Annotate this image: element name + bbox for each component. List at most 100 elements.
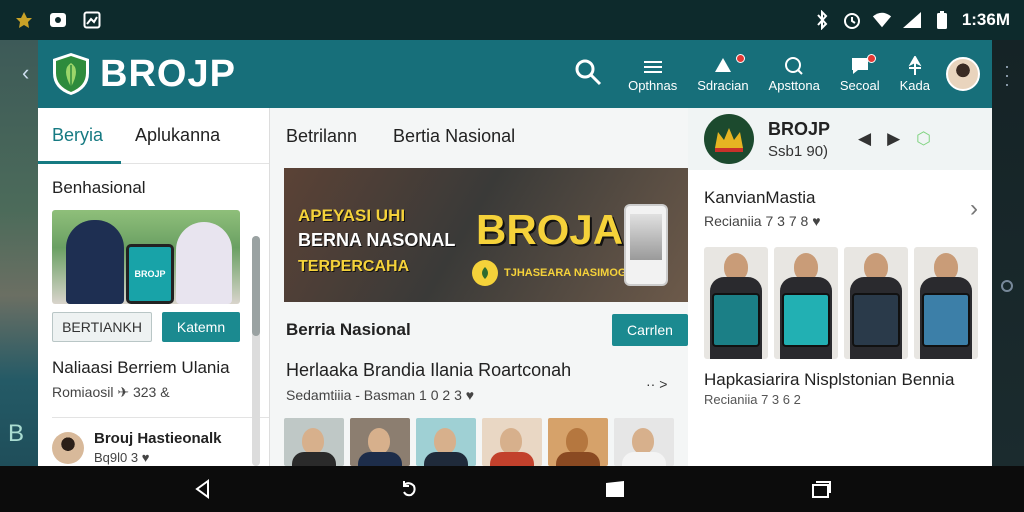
story-title[interactable]: Naliaasi Berriem Ulania	[52, 358, 269, 378]
channel-subtitle: Ssb1 90)	[768, 142, 829, 160]
person-face	[368, 428, 390, 454]
app-bar: BROJP Opthnas Sdracian Apsttona Secoal K…	[38, 40, 992, 108]
hero-brand: BROJA	[476, 206, 624, 253]
chevron-right-icon[interactable]: ›	[970, 195, 978, 223]
person-tile[interactable]	[774, 247, 838, 359]
thumbnail[interactable]	[614, 418, 674, 466]
news-outline-button[interactable]: BERTIANKH	[52, 312, 152, 342]
nav-notifications-label: Sdracian	[697, 77, 749, 93]
tab-bertia-nasional[interactable]: Bertia Nasional	[393, 126, 515, 147]
social-dot	[866, 53, 876, 63]
alarm-icon	[842, 10, 862, 30]
rotate-icon[interactable]	[396, 476, 422, 502]
person-body	[424, 452, 468, 466]
thumbnail[interactable]	[548, 418, 608, 466]
back-icon[interactable]	[190, 476, 216, 502]
nav-social-button[interactable]: Secoal	[839, 53, 880, 93]
tab-beryia[interactable]: Beryia	[38, 108, 122, 164]
more-vertical-icon[interactable]: · · ·	[1004, 57, 1010, 93]
nav-options-button[interactable]: Opthnas	[628, 58, 677, 93]
story-meta: Romiaosil ✈ 323 &	[52, 384, 170, 400]
hero-banner[interactable]: APEYASI UHI BERNA NASONAL TERPERCAHA BRO…	[284, 168, 688, 302]
battery-icon	[932, 10, 952, 30]
person-face	[302, 428, 324, 454]
share-more-button[interactable]: ·· >	[646, 376, 667, 392]
bluetooth-icon	[812, 10, 832, 30]
story-meta: Sedamtiiia - Basman 1 0 2 3 ♥	[286, 387, 688, 403]
search-icon[interactable]	[574, 58, 602, 91]
tab-betrilann[interactable]: Betrilann	[286, 126, 357, 147]
nav-kada-label: Kada	[899, 77, 930, 93]
status-bar: 1:36M	[0, 0, 1024, 40]
pin-icon	[908, 55, 922, 75]
person-tile[interactable]	[844, 247, 908, 359]
hexagon-icon[interactable]: ⬡	[916, 129, 931, 149]
background-right-edge: · · ·	[990, 40, 1024, 466]
image-icon	[82, 10, 102, 30]
list-item[interactable]: KanvianMastia Recianiia 7 3 7 8 ♥ ›	[688, 170, 992, 229]
reply-icon[interactable]: ◀	[858, 129, 871, 149]
heart-icon[interactable]: ♥	[142, 450, 150, 465]
hero-line-1: APEYASI UHI	[298, 206, 406, 225]
tab-aplukanna[interactable]: Aplukanna	[135, 108, 220, 164]
scrollbar-thumb[interactable]	[252, 236, 260, 336]
phone-mockup	[624, 204, 668, 286]
thumbnail[interactable]	[482, 418, 542, 466]
thumbnail[interactable]	[350, 418, 410, 466]
device-screen-graphic	[922, 293, 970, 347]
list-item-meta: Recianiia 7 3 7 8 ♥	[704, 213, 821, 229]
hero-line-2: BERNA NASONAL	[298, 230, 456, 250]
video-icon	[48, 10, 68, 30]
list-item-title: Brouj Hastieonalk	[94, 430, 222, 447]
heart-icon[interactable]: ♥	[466, 387, 474, 403]
top-nav-actions: Opthnas Sdracian Apsttona Secoal Kada	[628, 53, 930, 93]
person-tile[interactable]	[704, 247, 768, 359]
left-tabs: Beryia Aplukanna	[38, 108, 269, 164]
nav-kada-button[interactable]: Kada	[899, 55, 930, 93]
forward-icon[interactable]: ▶	[887, 129, 900, 149]
story-card[interactable]: Herlaaka Brandia Ilania Roartconah Sedam…	[286, 360, 688, 403]
phone-mockup-label: BROJP	[134, 269, 166, 279]
person-body	[556, 452, 600, 466]
grid-caption[interactable]: Hapkasiarira Nisplstonian Bennia	[688, 359, 992, 390]
primary-action-button[interactable]: Katemn	[162, 312, 240, 342]
hero-line-3: TERPERCAHA	[298, 258, 410, 275]
device-screen: 1:36M ‹ B · · · BROJP Opthnas Sdracian A…	[0, 0, 1024, 512]
nav-options-label: Opthnas	[628, 77, 678, 93]
list-item-meta: Bq9l0 3 ♥	[94, 450, 222, 465]
section-title: Benhasional	[52, 178, 146, 197]
section-action-button[interactable]: Carrlen	[612, 314, 688, 346]
person-body	[490, 452, 534, 466]
recents-icon[interactable]	[808, 476, 834, 502]
signal-icon	[902, 10, 922, 30]
nav-notifications-button[interactable]: Sdracian	[697, 53, 749, 93]
user-avatar[interactable]	[946, 57, 980, 91]
chevron-left-icon: ‹	[22, 60, 30, 85]
app-title: BROJP	[100, 52, 236, 95]
nav-explore-button[interactable]: Apsttona	[769, 56, 820, 93]
channel-logo[interactable]	[704, 114, 754, 164]
featured-image[interactable]: BROJP	[52, 210, 240, 304]
scrollbar[interactable]	[252, 236, 260, 466]
notification-dot	[735, 53, 745, 63]
middle-panel: Betrilann Bertia Nasional APEYASI UHI BE…	[270, 108, 696, 466]
list-item-meta-text: Recianiia 7 3 7 8	[704, 213, 809, 229]
list-item-meta-text: Bq9l0 3	[94, 450, 139, 465]
section-header: Berria Nasional Carrlen	[286, 314, 688, 346]
list-item[interactable]: Brouj Hastieonalk Bq9l0 3 ♥	[52, 417, 269, 465]
thumbnail[interactable]	[416, 418, 476, 466]
person-tile[interactable]	[914, 247, 978, 359]
left-panel: Beryia Aplukanna Benhasional BROJP BERTI…	[38, 108, 270, 466]
device-screen-graphic	[852, 293, 900, 347]
thumbnail[interactable]	[284, 418, 344, 466]
brand-logo[interactable]: BROJP	[50, 51, 236, 97]
person-body	[358, 452, 402, 466]
nav-social-label: Secoal	[839, 77, 880, 93]
person-face	[500, 428, 522, 454]
home-icon[interactable]	[602, 476, 628, 502]
camera-dot-icon	[1001, 280, 1013, 292]
phone-mockup: BROJP	[126, 244, 174, 304]
clock-time: 1:36M	[961, 10, 1010, 29]
heart-icon[interactable]: ♥	[812, 213, 820, 229]
crown-icon	[715, 128, 743, 152]
